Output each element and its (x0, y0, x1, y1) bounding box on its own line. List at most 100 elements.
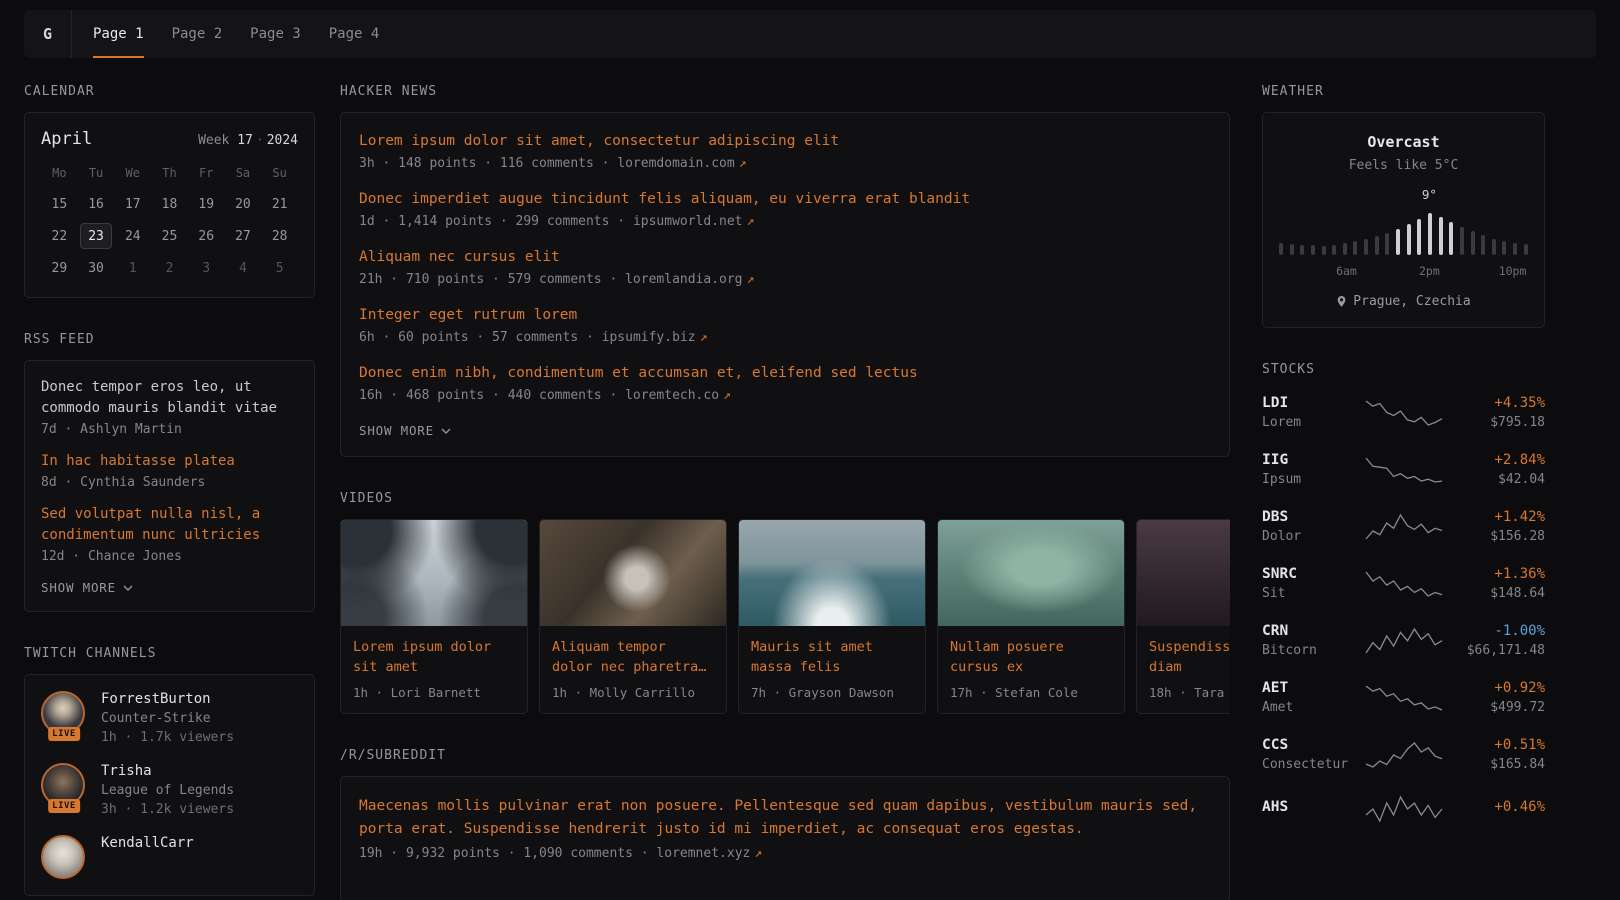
hn-item-title[interactable]: Integer eget rutrum lorem (359, 305, 1211, 326)
hn-item: Lorem ipsum dolor sit amet, consectetur … (359, 131, 1211, 171)
hn-domain-link[interactable]: ipsumify.biz (602, 330, 696, 345)
stock-row[interactable]: IIG Ipsum +2.84% $42.04 (1262, 441, 1545, 498)
calendar-day: 17 (114, 191, 151, 217)
stock-row[interactable]: AHS +0.46% (1262, 783, 1545, 835)
stocks-widget: STOCKS LDI Lorem +4.35% $795.18 (1262, 362, 1545, 835)
calendar-day-today: 23 (80, 223, 112, 249)
time-label: 6am (1336, 264, 1357, 278)
calendar-widget: CALENDAR April Week 17·2024 Mo Tu We Th … (24, 84, 315, 298)
calendar-day: 26 (188, 223, 225, 249)
weekday-label: Th (151, 166, 188, 180)
tab-page-2[interactable]: Page 2 (172, 10, 223, 58)
time-label: 2pm (1419, 264, 1440, 278)
dashboard-page: G Page 1 Page 2 Page 3 Page 4 CALENDAR A… (0, 0, 1620, 900)
hn-domain-link[interactable]: loremdomain.com (617, 156, 734, 171)
channel-name[interactable]: KendallCarr (101, 835, 194, 851)
video-title[interactable]: Lorem ipsum dolor sit amet consectetu… (353, 637, 515, 677)
calendar-header: April Week 17·2024 (41, 129, 298, 149)
hn-meta-text: 1d · 1,414 points · 299 comments · (359, 214, 625, 229)
hn-domain-link[interactable]: loremlandia.org (625, 272, 742, 287)
channel-name[interactable]: Trisha (101, 763, 234, 779)
calendar-month: April (41, 129, 92, 149)
video-card: Aliquam tempor dolor nec pharetra… 1h · … (539, 519, 727, 714)
video-card: Lorem ipsum dolor sit amet consectetu… 1… (340, 519, 528, 714)
hn-show-more-button[interactable]: SHOW MORE (359, 423, 451, 438)
rss-show-more-button[interactable]: SHOW MORE (41, 580, 133, 595)
calendar-day: 15 (41, 191, 78, 217)
twitch-card: LIVE ForrestBurton Counter-Strike 1h · 1… (24, 674, 315, 896)
stock-price: $42.04 (1453, 472, 1545, 487)
stock-name: Consectetur (1262, 757, 1354, 772)
video-thumbnail[interactable] (938, 520, 1124, 626)
channel-info: Trisha League of Legends 3h · 1.2k viewe… (101, 763, 234, 817)
stock-name: Sit (1262, 586, 1354, 601)
rss-item-title[interactable]: Sed volutpat nulla nisl, a condimentum n… (41, 504, 298, 546)
stock-values: +4.35% $795.18 (1453, 395, 1545, 430)
channel-name[interactable]: ForrestBurton (101, 691, 234, 707)
channel-avatar[interactable] (41, 835, 85, 879)
video-card: Suspendisse euismod diam 18h · Tara (1136, 519, 1230, 714)
video-title[interactable]: Suspendisse euismod diam (1149, 637, 1230, 677)
rss-item-title[interactable]: Donec tempor eros leo, ut commodo mauris… (41, 377, 298, 419)
calendar-day: 20 (225, 191, 262, 217)
video-title[interactable]: Mauris sit amet massa felis (751, 637, 913, 677)
video-title[interactable]: Nullam posuere cursus ex (950, 637, 1112, 677)
weekday-label: Su (261, 166, 298, 180)
hn-item-title[interactable]: Lorem ipsum dolor sit amet, consectetur … (359, 131, 1211, 152)
weather-location-row: Prague, Czechia (1279, 294, 1528, 309)
subreddit-post-title[interactable]: Maecenas mollis pulvinar erat non posuer… (359, 795, 1211, 841)
video-thumbnail[interactable] (540, 520, 726, 626)
show-more-label: SHOW MORE (359, 423, 434, 438)
video-thumbnail[interactable] (1137, 520, 1230, 626)
stock-row[interactable]: LDI Lorem +4.35% $795.18 (1262, 384, 1545, 441)
hn-domain-link[interactable]: ipsumworld.net (633, 214, 743, 229)
tab-page-4[interactable]: Page 4 (329, 10, 380, 58)
subreddit-domain-link[interactable]: loremnet.xyz (656, 846, 750, 861)
hn-item: Aliquam nec cursus elit 21h · 710 points… (359, 247, 1211, 287)
stock-symbol: LDI (1262, 395, 1354, 411)
stock-sparkline (1365, 569, 1443, 599)
stock-row[interactable]: CCS Consectetur +0.51% $165.84 (1262, 726, 1545, 783)
stock-id: CCS Consectetur (1262, 737, 1354, 772)
calendar-day: 29 (41, 255, 78, 281)
hn-item-title[interactable]: Aliquam nec cursus elit (359, 247, 1211, 268)
video-body: Mauris sit amet massa felis 7h · Grayson… (739, 626, 925, 713)
calendar-day: 18 (151, 191, 188, 217)
weather-condition: Overcast (1279, 133, 1528, 151)
stock-sparkline (1365, 398, 1443, 428)
video-thumbnail[interactable] (739, 520, 925, 626)
hn-item-title[interactable]: Donec imperdiet augue tincidunt felis al… (359, 189, 1211, 210)
video-card: Nullam posuere cursus ex 17h · Stefan Co… (937, 519, 1125, 714)
avatar-wrap: LIVE (41, 763, 87, 807)
stock-name: Bitcorn (1262, 643, 1354, 658)
hn-domain-link[interactable]: loremtech.co (625, 388, 719, 403)
hn-meta-text: 6h · 60 points · 57 comments · (359, 330, 594, 345)
hn-item-meta: 16h · 468 points · 440 comments · loremt… (359, 388, 1211, 403)
stock-row[interactable]: AET Amet +0.92% $499.72 (1262, 669, 1545, 726)
stock-row[interactable]: CRN Bitcorn -1.00% $66,171.48 (1262, 612, 1545, 669)
avatar-wrap: LIVE (41, 691, 87, 735)
hn-item-title[interactable]: Donec enim nibh, condimentum et accumsan… (359, 363, 1211, 384)
calendar-grid: 15 16 17 18 19 20 21 22 23 24 25 26 27 2… (41, 191, 298, 281)
location-pin-icon (1336, 295, 1347, 308)
calendar-day: 21 (261, 191, 298, 217)
video-meta: 1h · Molly Carrillo (552, 685, 714, 700)
tab-page-1[interactable]: Page 1 (93, 10, 144, 58)
video-body: Nullam posuere cursus ex 17h · Stefan Co… (938, 626, 1124, 713)
video-title[interactable]: Aliquam tempor dolor nec pharetra… (552, 637, 714, 677)
app-logo[interactable]: G (24, 10, 72, 58)
stock-row[interactable]: DBS Dolor +1.42% $156.28 (1262, 498, 1545, 555)
stock-row[interactable]: SNRC Sit +1.36% $148.64 (1262, 555, 1545, 612)
rss-item-title[interactable]: In hac habitasse platea (41, 451, 298, 472)
stock-price: $795.18 (1453, 415, 1545, 430)
stock-change: +1.36% (1453, 566, 1545, 582)
stock-change: +0.46% (1453, 799, 1545, 815)
calendar-heading: CALENDAR (24, 84, 315, 99)
hn-item-meta: 6h · 60 points · 57 comments · ipsumify.… (359, 330, 1211, 345)
channel-category: Counter-Strike (101, 711, 234, 726)
rss-item: In hac habitasse platea 8d · Cynthia Sau… (41, 451, 298, 490)
video-meta: 1h · Lori Barnett (353, 685, 515, 700)
tab-page-3[interactable]: Page 3 (250, 10, 301, 58)
video-thumbnail[interactable] (341, 520, 527, 626)
stock-values: +0.51% $165.84 (1453, 737, 1545, 772)
